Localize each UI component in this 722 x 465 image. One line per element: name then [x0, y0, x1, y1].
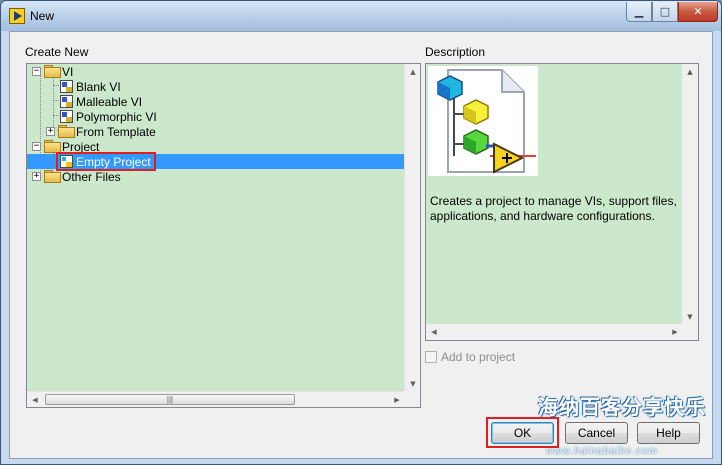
tree-item-blank-vi[interactable]: Blank VI [27, 79, 405, 94]
create-new-tree[interactable]: − VI Blank VI Malleable VI Polymorphic V… [26, 63, 421, 408]
tree-item-malleable-vi[interactable]: Malleable VI [27, 94, 405, 109]
labview-icon [9, 8, 25, 24]
folder-open-icon [44, 140, 61, 153]
title-bar[interactable]: New ▁ □ ✕ [1, 1, 721, 31]
minimize-button[interactable]: ▁ [626, 2, 652, 22]
empty-project-illustration [428, 66, 538, 176]
folder-icon [44, 170, 61, 183]
close-button[interactable]: ✕ [678, 2, 718, 22]
tree-item-label: Blank VI [76, 79, 121, 94]
scroll-right-icon[interactable]: ▶ [389, 392, 405, 408]
tree-item-label: Polymorphic VI [76, 109, 157, 124]
tree-horizontal-scrollbar[interactable]: ◀ ||| ▶ [27, 391, 405, 407]
scroll-down-icon[interactable]: ▼ [682, 309, 698, 325]
description-horizontal-scrollbar[interactable]: ◀ ▶ [426, 324, 683, 340]
horizontal-scroll-thumb[interactable]: ||| [45, 394, 295, 405]
tree-item-polymorphic-vi[interactable]: Polymorphic VI [27, 109, 405, 124]
vi-icon [60, 80, 73, 93]
tree-item-vi[interactable]: − VI [27, 64, 405, 79]
create-new-label: Create New [25, 45, 89, 59]
description-text: Creates a project to manage VIs, support… [430, 194, 677, 223]
tree-item-label: From Template [76, 124, 156, 139]
vi-icon [60, 95, 73, 108]
tree-item-label: Other Files [62, 169, 121, 184]
collapse-icon[interactable]: − [32, 67, 41, 76]
scroll-right-icon[interactable]: ▶ [667, 324, 683, 340]
tree-viewport: − VI Blank VI Malleable VI Polymorphic V… [27, 64, 405, 392]
tree-item-from-template[interactable]: + From Template [27, 124, 405, 139]
project-document-icon [437, 69, 536, 174]
folder-open-icon [44, 65, 61, 78]
description-panel: Creates a project to manage VIs, support… [425, 63, 699, 341]
scroll-up-icon[interactable]: ▲ [405, 64, 421, 80]
tree-item-label: Malleable VI [76, 94, 143, 109]
watermark-url: www.hainabaike.com [546, 446, 658, 457]
add-to-project-checkbox-row: Add to project [425, 349, 515, 365]
tree-vertical-scrollbar[interactable]: ▲ ▼ [404, 64, 420, 392]
expand-icon[interactable]: + [46, 127, 55, 136]
new-dialog-window: New ▁ □ ✕ Create New Description − VI Bl… [0, 0, 722, 465]
scroll-down-icon[interactable]: ▼ [405, 376, 421, 392]
add-to-project-checkbox[interactable] [425, 351, 437, 363]
tree-item-label: VI [62, 64, 74, 79]
add-to-project-label: Add to project [441, 350, 516, 364]
scroll-left-icon[interactable]: ◀ [27, 392, 43, 408]
watermark-logo: 海纳百客分享快乐 [538, 395, 706, 419]
description-label: Description [425, 45, 486, 59]
collapse-icon[interactable]: − [32, 142, 41, 151]
window-title: New [30, 9, 55, 23]
maximize-button[interactable]: □ [652, 2, 678, 22]
vi-icon [60, 110, 73, 123]
expand-icon[interactable]: + [32, 172, 41, 181]
scroll-corner [682, 324, 698, 340]
folder-icon [58, 125, 75, 138]
scroll-left-icon[interactable]: ◀ [426, 324, 442, 340]
scroll-up-icon[interactable]: ▲ [682, 64, 698, 80]
tree-item-other-files[interactable]: + Other Files [27, 169, 405, 184]
scroll-corner [404, 391, 420, 407]
description-vertical-scrollbar[interactable]: ▲ ▼ [682, 64, 698, 325]
